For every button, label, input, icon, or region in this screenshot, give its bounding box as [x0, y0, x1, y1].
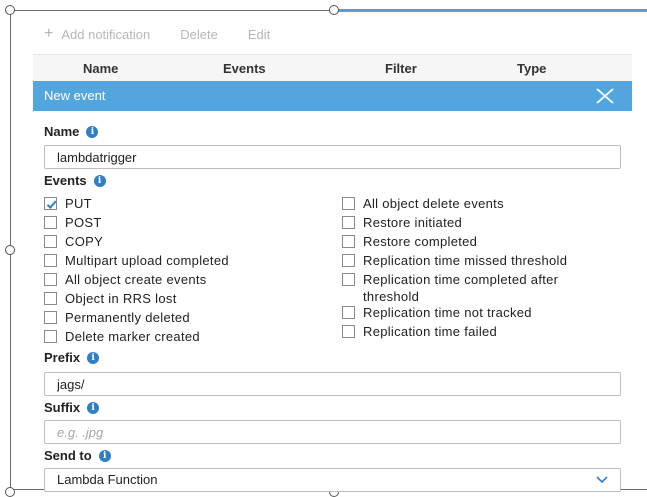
event-option-label: Delete marker created [65, 329, 200, 344]
event-option-label: Replication time missed threshold [363, 253, 568, 268]
event-option-label: All object delete events [363, 196, 504, 211]
send-to-selected-value: Lambda Function [57, 472, 158, 487]
plus-icon: + [44, 25, 54, 42]
close-icon[interactable] [596, 88, 614, 104]
info-icon[interactable]: i [93, 174, 106, 187]
event-option-permanently-deleted[interactable]: Permanently deleted [44, 309, 190, 326]
info-icon[interactable]: i [87, 401, 100, 414]
suffix-label-text: Suffix [44, 400, 81, 415]
resize-handle-bottom-left[interactable] [5, 487, 15, 497]
info-icon[interactable]: i [87, 351, 100, 364]
check-icon [46, 200, 57, 209]
events-label: Events i [44, 173, 106, 188]
event-option-restore-completed[interactable]: Restore completed [342, 233, 612, 250]
event-option-label: Replication time completed after thresho… [363, 272, 559, 304]
event-option-restore-initiated[interactable]: Restore initiated [342, 214, 612, 231]
prefix-label-text: Prefix [44, 350, 81, 365]
event-option-replication-time-not-tracked[interactable]: Replication time not tracked [342, 304, 612, 321]
chevron-down-icon [596, 476, 608, 484]
event-option-put[interactable]: PUT [44, 195, 92, 212]
column-header-events[interactable]: Events [223, 61, 266, 76]
event-notification-panel: + Add notification Delete Edit Name Even… [16, 14, 638, 495]
event-checkbox[interactable] [342, 216, 355, 229]
event-option-delete-marker-created[interactable]: Delete marker created [44, 328, 200, 345]
event-option-replication-time-failed[interactable]: Replication time failed [342, 323, 612, 340]
event-option-label: Replication time failed [363, 324, 498, 339]
event-option-replication-time-completed-after-threshold[interactable]: Replication time completed after thresho… [342, 271, 612, 305]
event-option-post[interactable]: POST [44, 214, 102, 231]
event-checkbox[interactable] [342, 273, 355, 286]
event-checkbox[interactable] [342, 306, 355, 319]
info-icon[interactable]: i [98, 449, 111, 462]
event-checkbox[interactable] [44, 330, 57, 343]
suffix-label: Suffix i [44, 400, 100, 415]
prefix-input[interactable] [44, 372, 621, 396]
add-notification-button[interactable]: Add notification [61, 27, 150, 42]
event-option-all-object-delete-events[interactable]: All object delete events [342, 195, 612, 212]
event-option-label: Restore initiated [363, 215, 463, 230]
column-header-filter[interactable]: Filter [385, 61, 417, 76]
event-option-multipart-upload-completed[interactable]: Multipart upload completed [44, 252, 229, 269]
event-checkbox[interactable] [342, 197, 355, 210]
event-checkbox[interactable] [44, 254, 57, 267]
event-checkbox[interactable] [44, 311, 57, 324]
events-label-text: Events [44, 173, 87, 188]
name-label: Name i [44, 124, 99, 139]
event-checkbox[interactable] [44, 292, 57, 305]
event-option-label: All object create events [65, 272, 207, 287]
dialog-title: New event [44, 88, 106, 103]
event-option-copy[interactable]: COPY [44, 233, 103, 250]
event-checkbox[interactable] [44, 273, 57, 286]
notification-toolbar: + Add notification Delete Edit [44, 26, 300, 42]
delete-button[interactable]: Delete [180, 27, 218, 42]
prefix-label: Prefix i [44, 350, 100, 365]
event-checkbox[interactable] [44, 216, 57, 229]
notifications-table-header: Name Events Filter Type [33, 54, 632, 81]
event-checkbox[interactable] [342, 235, 355, 248]
send-to-select[interactable]: Lambda Function [44, 468, 621, 492]
selection-accent-line [334, 9, 647, 12]
event-option-label: Replication time not tracked [363, 305, 532, 320]
edit-button[interactable]: Edit [248, 27, 270, 42]
event-option-label: PUT [65, 196, 92, 211]
dialog-title-bar: New event [33, 81, 632, 111]
event-checkbox[interactable] [342, 254, 355, 267]
suffix-input[interactable] [44, 420, 621, 444]
event-option-label: Object in RRS lost [65, 291, 177, 306]
event-checkbox[interactable] [44, 235, 57, 248]
column-header-type[interactable]: Type [517, 61, 546, 76]
event-option-label: Permanently deleted [65, 310, 190, 325]
name-input[interactable] [44, 145, 621, 169]
send-to-label: Send to i [44, 448, 111, 463]
event-option-label: POST [65, 215, 102, 230]
resize-handle-top-left[interactable] [5, 5, 15, 15]
event-option-replication-time-missed-threshold[interactable]: Replication time missed threshold [342, 252, 612, 269]
event-option-all-object-create-events[interactable]: All object create events [44, 271, 207, 288]
event-option-label: Restore completed [363, 234, 478, 249]
event-checkbox[interactable] [44, 197, 57, 210]
event-option-object-in-rrs-lost[interactable]: Object in RRS lost [44, 290, 177, 307]
event-checkbox[interactable] [342, 325, 355, 338]
column-header-name[interactable]: Name [83, 61, 118, 76]
event-option-label: Multipart upload completed [65, 253, 229, 268]
name-label-text: Name [44, 124, 80, 139]
info-icon[interactable]: i [86, 125, 99, 138]
resize-handle-middle-left[interactable] [5, 245, 15, 255]
event-option-label: COPY [65, 234, 104, 249]
send-to-label-text: Send to [44, 448, 92, 463]
